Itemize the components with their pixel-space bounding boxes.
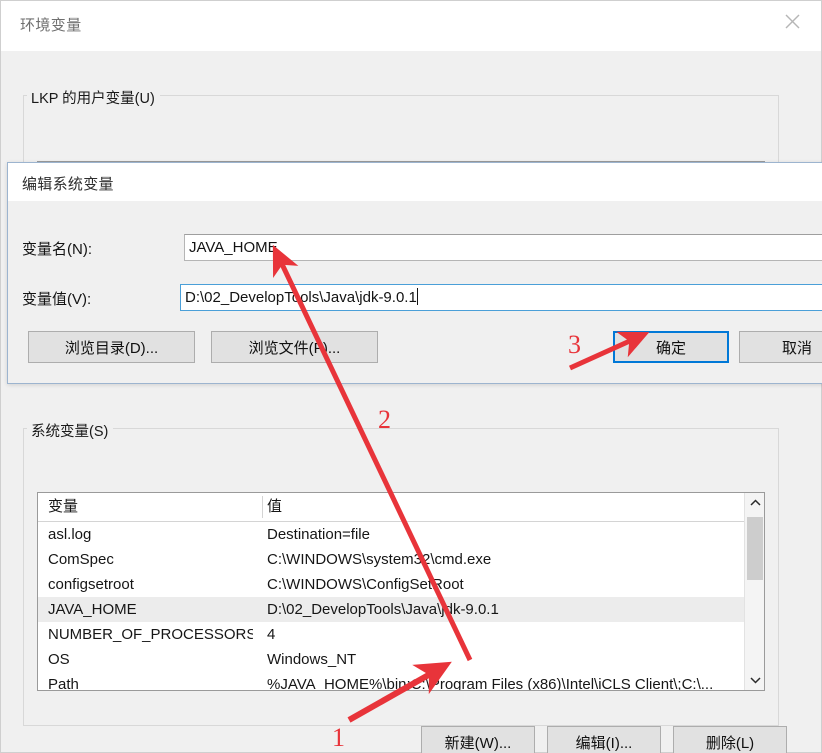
window-body: LKP 的用户变量(U) 变量 值 MOZ_PLUGIN_PATH C:\Pro…	[1, 51, 821, 753]
cancel-button[interactable]: 取消	[739, 331, 822, 363]
delete-variable-button[interactable]: 删除(L)	[673, 726, 787, 753]
row-variable-value: Windows_NT	[267, 651, 357, 668]
ok-button[interactable]: 确定	[613, 331, 729, 363]
row-variable-value: 4	[267, 626, 276, 643]
table-row[interactable]: configsetroot C:\WINDOWS\ConfigSetRoot	[38, 572, 764, 597]
variable-value-input[interactable]: D:\02_DevelopTools\Java\jdk-9.0.1	[180, 284, 822, 311]
variable-name-input[interactable]: JAVA_HOME	[184, 234, 822, 261]
system-variables-list[interactable]: 变量 值 asl.log Destination=file ComSpec C:…	[37, 492, 765, 691]
row-variable-name: asl.log	[48, 526, 92, 543]
row-variable-name: NUMBER_OF_PROCESSORS	[48, 626, 253, 643]
chevron-up-icon[interactable]	[745, 493, 764, 513]
variable-value-label: 变量值(V):	[22, 291, 92, 308]
table-row[interactable]: asl.log Destination=file	[38, 522, 764, 547]
variable-name-label: 变量名(N):	[22, 241, 92, 258]
variable-name-value: JAVA_HOME	[189, 239, 278, 256]
text-caret	[416, 288, 418, 305]
close-icon[interactable]	[769, 1, 815, 41]
row-variable-name: configsetroot	[48, 576, 134, 593]
screenshot-root: 环境变量 LKP 的用户变量(U) 变量 值 MOZ_PLUGIN_PATH	[0, 0, 822, 753]
column-header-value[interactable]: 值	[267, 493, 760, 521]
table-row[interactable]: OS Windows_NT	[38, 647, 764, 672]
table-row[interactable]: ComSpec C:\WINDOWS\system32\cmd.exe	[38, 547, 764, 572]
row-variable-value: Destination=file	[267, 526, 370, 543]
row-variable-name: Path	[48, 676, 79, 691]
column-header-variable[interactable]: 变量	[48, 493, 253, 521]
row-variable-name: OS	[48, 651, 70, 668]
window-title-bar: 环境变量	[1, 1, 821, 51]
table-row-selected[interactable]: JAVA_HOME D:\02_DevelopTools\Java\jdk-9.…	[38, 597, 764, 622]
annotation-number-2: 2	[378, 405, 391, 434]
browse-file-button[interactable]: 浏览文件(F)...	[211, 331, 378, 363]
system-variables-legend: 系统变量(S)	[27, 420, 114, 441]
annotation-number-3: 3	[568, 330, 581, 359]
row-variable-value: C:\WINDOWS\system32\cmd.exe	[267, 551, 492, 568]
window-title: 环境变量	[20, 17, 82, 34]
table-row[interactable]: Path %JAVA_HOME%\bin;C:\Program Files (x…	[38, 672, 764, 691]
scrollbar-thumb[interactable]	[747, 517, 763, 580]
edit-dialog-title: 编辑系统变量	[22, 176, 114, 193]
system-list-scrollbar[interactable]	[744, 493, 764, 690]
row-variable-name: JAVA_HOME	[48, 601, 137, 618]
new-variable-button[interactable]: 新建(W)...	[421, 726, 535, 753]
row-variable-name: ComSpec	[48, 551, 114, 568]
header-separator	[262, 496, 263, 518]
table-row[interactable]: NUMBER_OF_PROCESSORS 4	[38, 622, 764, 647]
user-variables-legend: LKP 的用户变量(U)	[27, 87, 160, 108]
row-variable-value: D:\02_DevelopTools\Java\jdk-9.0.1	[267, 601, 499, 618]
row-variable-value: C:\WINDOWS\ConfigSetRoot	[267, 576, 464, 593]
row-variable-value: %JAVA_HOME%\bin;C:\Program Files (x86)\I…	[267, 676, 714, 691]
browse-directory-button[interactable]: 浏览目录(D)...	[28, 331, 195, 363]
system-list-header: 变量 值	[38, 493, 764, 522]
chevron-down-icon[interactable]	[745, 670, 764, 690]
edit-dialog-title-bar: 编辑系统变量	[8, 163, 822, 201]
edit-variable-button[interactable]: 编辑(I)...	[547, 726, 661, 753]
annotation-number-1: 1	[332, 723, 345, 752]
variable-value-value: D:\02_DevelopTools\Java\jdk-9.0.1	[185, 289, 417, 306]
